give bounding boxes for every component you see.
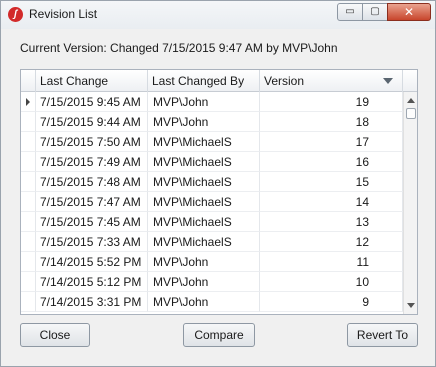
- last-change-cell: 7/15/2015 7:50 AM: [36, 132, 148, 152]
- changed-by-cell: MVP\John: [148, 292, 260, 312]
- row-indicator-cell: [21, 152, 36, 172]
- last-change-cell: 7/14/2015 5:52 PM: [36, 252, 148, 272]
- column-header-version-label: Version: [264, 74, 305, 88]
- last-change-cell: 7/15/2015 7:49 AM: [36, 152, 148, 172]
- scroll-up-arrow-icon[interactable]: [407, 98, 415, 103]
- table-row[interactable]: 7/14/2015 5:12 PM MVP\John 10: [21, 272, 403, 292]
- changed-by-cell: MVP\MichaelS: [148, 212, 260, 232]
- row-indicator-cell: [21, 132, 36, 152]
- version-cell: 10: [260, 272, 403, 292]
- table-row[interactable]: 7/14/2015 5:52 PM MVP\John 11: [21, 252, 403, 272]
- last-change-cell: 7/15/2015 7:45 AM: [36, 212, 148, 232]
- table-row[interactable]: 7/15/2015 7:49 AM MVP\MichaelS 16: [21, 152, 403, 172]
- last-change-cell: 7/15/2015 7:48 AM: [36, 172, 148, 192]
- version-cell: 14: [260, 192, 403, 212]
- changed-by-cell: MVP\MichaelS: [148, 152, 260, 172]
- close-window-button[interactable]: ✕: [387, 3, 431, 21]
- row-indicator-cell: [21, 172, 36, 192]
- version-cell: 9: [260, 292, 403, 312]
- version-cell: 15: [260, 172, 403, 192]
- window-title: Revision List: [29, 7, 98, 21]
- last-change-cell: 7/15/2015 7:33 AM: [36, 232, 148, 252]
- version-cell: 13: [260, 212, 403, 232]
- changed-by-cell: MVP\John: [148, 272, 260, 292]
- vertical-scrollbar[interactable]: [403, 92, 417, 314]
- table-row[interactable]: 7/14/2015 3:31 PM MVP\John 9: [21, 292, 403, 312]
- row-indicator-cell: [21, 212, 36, 232]
- last-change-cell: 7/15/2015 9:44 AM: [36, 112, 148, 132]
- revision-list-window: ʃ Revision List ▭ ▢ ✕ Current Version: C…: [0, 0, 436, 367]
- table-row[interactable]: 7/15/2015 7:45 AM MVP\MichaelS 13: [21, 212, 403, 232]
- scroll-thumb[interactable]: [406, 108, 416, 119]
- last-change-cell: 7/15/2015 9:45 AM: [36, 92, 148, 112]
- column-header-version[interactable]: Version: [260, 70, 403, 92]
- changed-by-cell: MVP\MichaelS: [148, 132, 260, 152]
- version-cell: 18: [260, 112, 403, 132]
- minimize-button[interactable]: ▭: [337, 3, 363, 21]
- version-cell: 11: [260, 252, 403, 272]
- compare-button[interactable]: Compare: [183, 323, 255, 347]
- app-logo-icon: ʃ: [8, 7, 23, 22]
- title-bar[interactable]: ʃ Revision List ▭ ▢ ✕: [1, 1, 435, 29]
- version-cell: 16: [260, 152, 403, 172]
- table-row[interactable]: 7/15/2015 7:33 AM MVP\MichaelS 12: [21, 232, 403, 252]
- row-indicator-cell: [21, 272, 36, 292]
- row-indicator-header: [21, 70, 36, 92]
- row-indicator-cell: [21, 292, 36, 312]
- last-change-cell: 7/15/2015 7:47 AM: [36, 192, 148, 212]
- row-indicator-cell: [21, 192, 36, 212]
- row-indicator-cell: [21, 92, 36, 112]
- changed-by-cell: MVP\MichaelS: [148, 232, 260, 252]
- changed-by-cell: MVP\MichaelS: [148, 192, 260, 212]
- changed-by-cell: MVP\John: [148, 112, 260, 132]
- maximize-button[interactable]: ▢: [362, 3, 388, 21]
- column-header-last-changed-by[interactable]: Last Changed By: [148, 70, 260, 92]
- last-change-cell: 7/14/2015 5:12 PM: [36, 272, 148, 292]
- changed-by-cell: MVP\MichaelS: [148, 172, 260, 192]
- grid-header: Last Change Last Changed By Version: [21, 70, 417, 92]
- row-indicator-cell: [21, 112, 36, 132]
- table-row[interactable]: 7/15/2015 7:47 AM MVP\MichaelS 14: [21, 192, 403, 212]
- version-cell: 17: [260, 132, 403, 152]
- scroll-down-arrow-icon[interactable]: [407, 303, 415, 308]
- last-change-cell: 7/14/2015 3:31 PM: [36, 292, 148, 312]
- row-indicator-cell: [21, 232, 36, 252]
- sort-descending-icon: [383, 78, 393, 84]
- current-version-label: Current Version: Changed 7/15/2015 9:47 …: [20, 41, 338, 55]
- table-row[interactable]: 7/15/2015 7:50 AM MVP\MichaelS 17: [21, 132, 403, 152]
- revision-grid[interactable]: Last Change Last Changed By Version 7/15…: [20, 69, 418, 315]
- table-row[interactable]: 7/15/2015 9:45 AM MVP\John 19: [21, 92, 403, 112]
- changed-by-cell: MVP\John: [148, 92, 260, 112]
- row-indicator-cell: [21, 252, 36, 272]
- changed-by-cell: MVP\John: [148, 252, 260, 272]
- revert-to-button[interactable]: Revert To: [347, 323, 418, 347]
- current-row-arrow-icon: [26, 98, 30, 106]
- table-row[interactable]: 7/15/2015 7:48 AM MVP\MichaelS 15: [21, 172, 403, 192]
- column-header-last-change[interactable]: Last Change: [36, 70, 148, 92]
- version-cell: 12: [260, 232, 403, 252]
- version-cell: 19: [260, 92, 403, 112]
- table-row[interactable]: 7/15/2015 9:44 AM MVP\John 18: [21, 112, 403, 132]
- close-button[interactable]: Close: [20, 323, 90, 347]
